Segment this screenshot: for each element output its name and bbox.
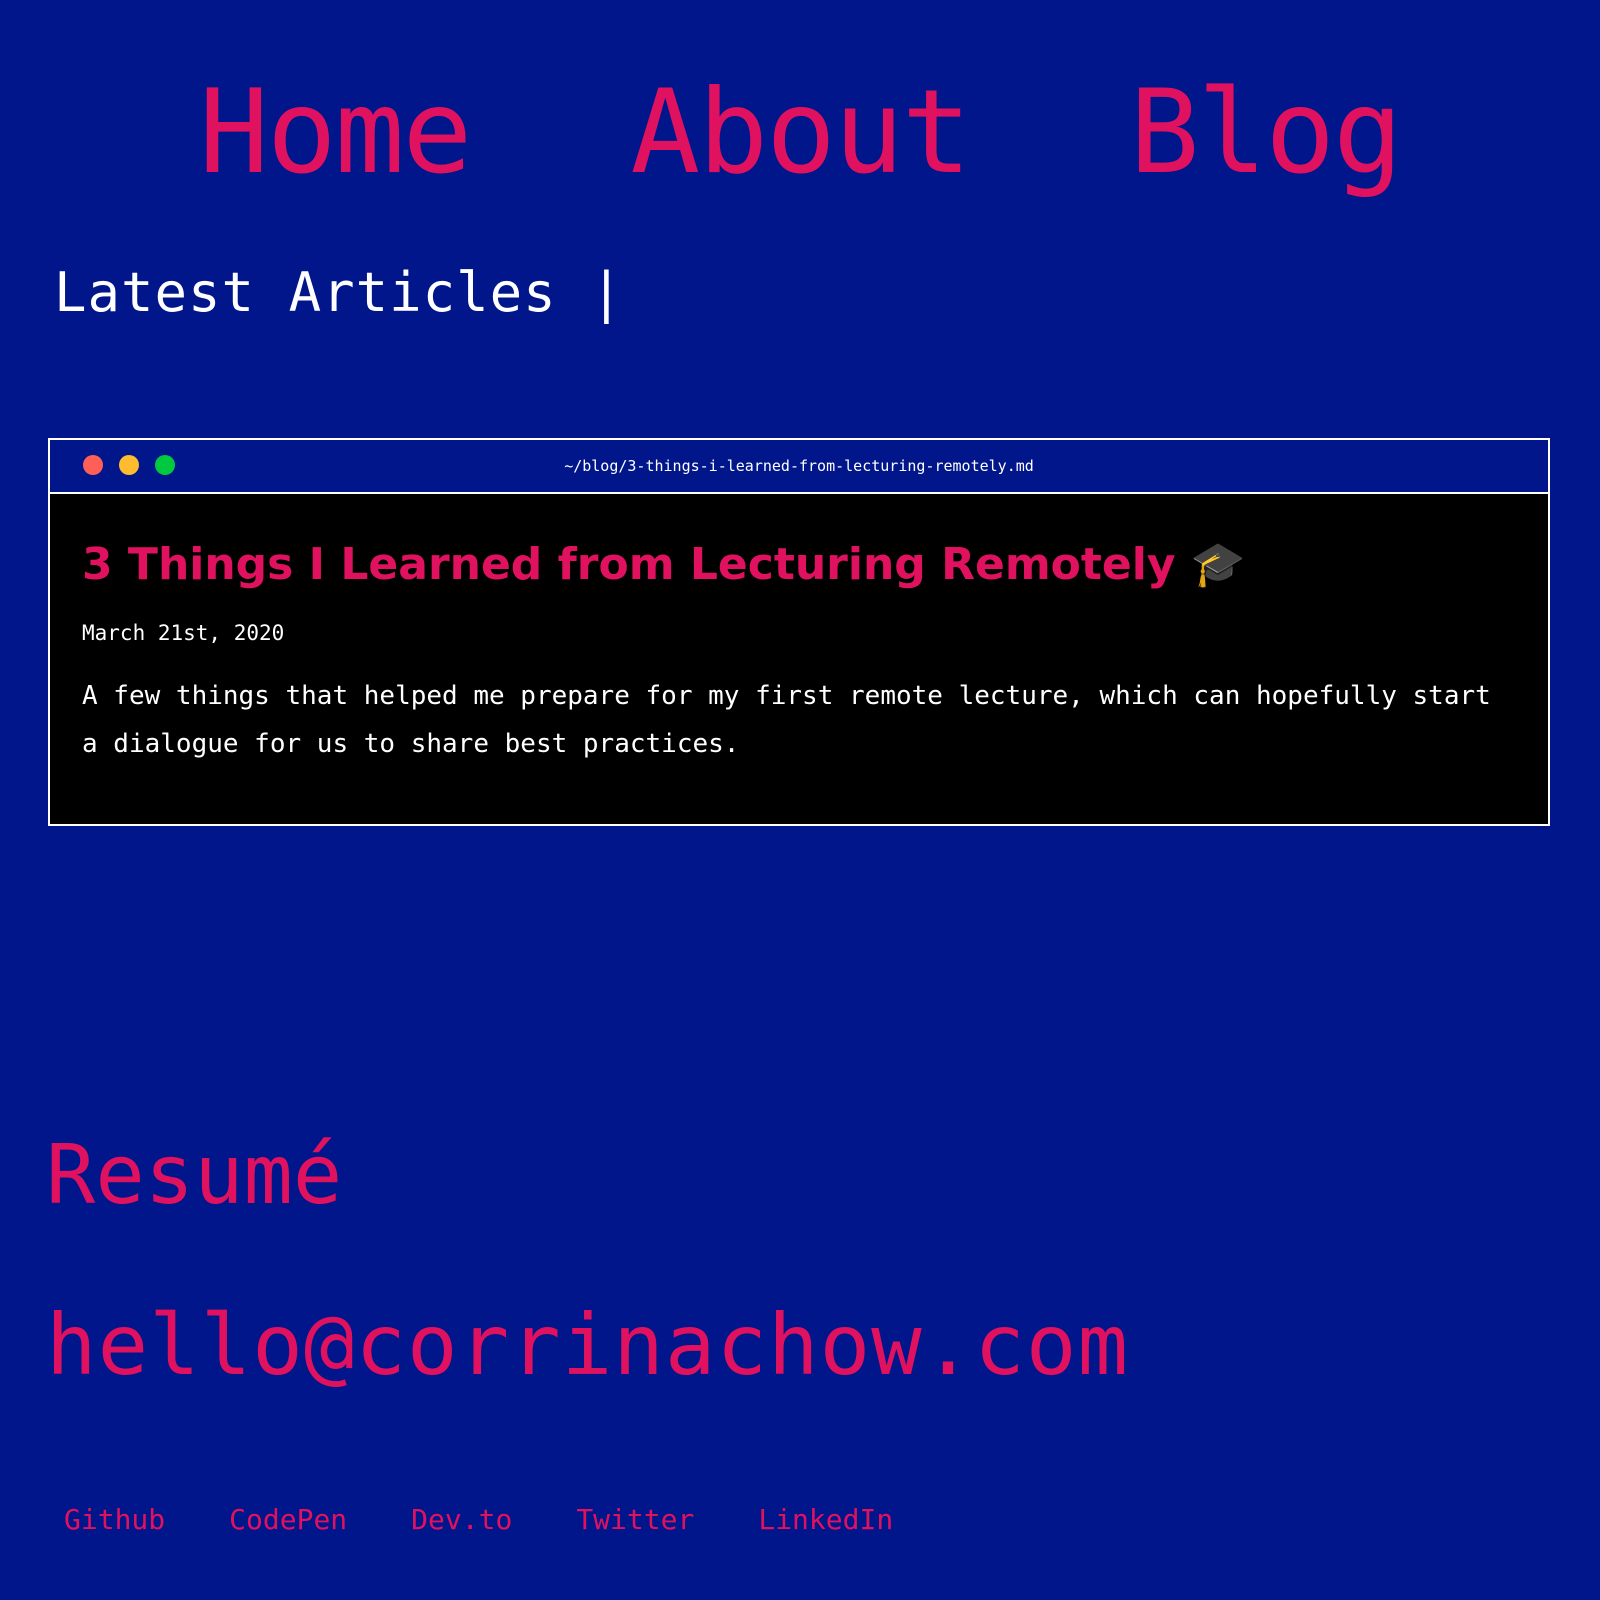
nav-about-link[interactable]: About bbox=[630, 58, 971, 208]
article-excerpt: A few things that helped me prepare for … bbox=[82, 681, 1491, 759]
resume-link[interactable]: Resumé bbox=[46, 1126, 342, 1226]
social-links: Github CodePen Dev.to Twitter LinkedIn bbox=[64, 1500, 893, 1540]
article-title-link[interactable]: 3 Things I Learned from Lecturing Remote… bbox=[82, 536, 1516, 594]
card-title-bar: ~/blog/3-things-i-learned-from-lecturing… bbox=[50, 440, 1548, 494]
main-nav: Home About Blog bbox=[0, 58, 1600, 208]
article-date: March 21st, 2020 bbox=[82, 621, 285, 645]
social-link-codepen[interactable]: CodePen bbox=[229, 1500, 347, 1540]
card-body: 3 Things I Learned from Lecturing Remote… bbox=[50, 494, 1548, 768]
social-link-linkedin[interactable]: LinkedIn bbox=[758, 1500, 893, 1540]
article-file-path: ~/blog/3-things-i-learned-from-lecturing… bbox=[564, 457, 1034, 475]
latest-articles-heading: Latest Articles | bbox=[54, 261, 624, 324]
nav-blog-link[interactable]: Blog bbox=[1130, 58, 1403, 208]
email-link[interactable]: hello@corrinachow.com bbox=[46, 1290, 1129, 1400]
social-link-devto[interactable]: Dev.to bbox=[411, 1500, 512, 1540]
article-card[interactable]: ~/blog/3-things-i-learned-from-lecturing… bbox=[48, 438, 1550, 826]
nav-home-link[interactable]: Home bbox=[199, 58, 472, 208]
social-link-github[interactable]: Github bbox=[64, 1500, 165, 1540]
social-link-twitter[interactable]: Twitter bbox=[576, 1500, 694, 1540]
